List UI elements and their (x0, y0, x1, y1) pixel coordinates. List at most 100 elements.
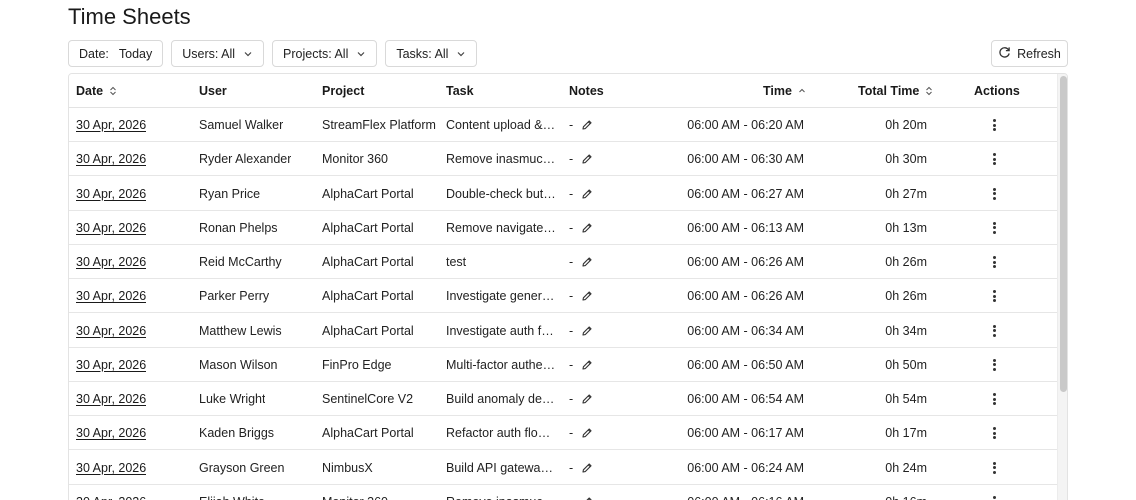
more-vertical-icon[interactable] (992, 324, 996, 337)
vertical-scrollbar[interactable] (1057, 74, 1067, 500)
date-link[interactable]: 30 Apr, 2026 (76, 495, 146, 500)
date-link[interactable]: 30 Apr, 2026 (76, 289, 146, 303)
table-row: 30 Apr, 2026 Ronan Phelps AlphaCart Portal… (69, 211, 1057, 245)
more-vertical-icon[interactable] (992, 495, 996, 500)
date-link[interactable]: 30 Apr, 2026 (76, 324, 146, 338)
date-cell: 30 Apr, 2026 (76, 245, 146, 279)
pencil-icon[interactable] (581, 496, 593, 500)
more-vertical-icon[interactable] (992, 427, 996, 440)
more-vertical-icon[interactable] (992, 358, 996, 371)
table-row: 30 Apr, 2026 Grayson Green NimbusX Build AP… (69, 451, 1057, 485)
refresh-button[interactable]: Refresh (991, 40, 1068, 67)
task-cell: Content upload & metadata (446, 108, 556, 142)
table-header: Date User Project Task Notes Time Total … (69, 74, 1057, 108)
user-cell: Ryder Alexander (199, 152, 292, 167)
date-link[interactable]: 30 Apr, 2026 (76, 392, 146, 406)
date-link[interactable]: 30 Apr, 2026 (76, 221, 146, 235)
refresh-label: Refresh (1017, 46, 1061, 61)
scrollbar-thumb[interactable] (1060, 76, 1067, 392)
notes-text: - (569, 495, 573, 500)
date-link[interactable]: 30 Apr, 2026 (76, 255, 146, 269)
more-vertical-icon[interactable] (992, 119, 996, 131)
pencil-icon[interactable] (581, 256, 593, 268)
total-time-cell: 0h 24m (885, 460, 927, 475)
date-link[interactable]: 30 Apr, 2026 (76, 187, 146, 201)
pencil-icon[interactable] (581, 222, 593, 234)
notes-cell: - (569, 314, 593, 348)
user-cell: Samuel Walker (199, 118, 284, 132)
pencil-icon[interactable] (581, 290, 593, 302)
user-cell: Parker Perry (199, 289, 270, 304)
project-cell: AlphaCart Portal (322, 289, 414, 304)
table-row: 30 Apr, 2026 Reid McCarthy AlphaCart Porta… (69, 245, 1057, 279)
tasks-filter-dropdown[interactable]: Tasks: All (385, 40, 478, 67)
notes-cell: - (569, 108, 593, 142)
more-vertical-icon[interactable] (992, 461, 996, 474)
date-link[interactable]: 30 Apr, 2026 (76, 152, 146, 166)
date-cell: 30 Apr, 2026 (76, 211, 146, 245)
more-vertical-icon[interactable] (992, 187, 996, 200)
table-row: 30 Apr, 2026 Mason Wilson FinPro Edge Multi… (69, 348, 1057, 382)
more-vertical-icon[interactable] (992, 256, 996, 268)
pencil-icon[interactable] (581, 188, 593, 200)
more-vertical-icon[interactable] (992, 393, 996, 405)
task-text: Investigate generated reports (446, 289, 556, 304)
pencil-icon[interactable] (581, 153, 593, 165)
date-link[interactable]: 30 Apr, 2026 (76, 461, 146, 475)
date-cell: 30 Apr, 2026 (76, 314, 146, 348)
table-row: 30 Apr, 2026 Elijah White Monitor 360 Remov… (69, 485, 1057, 500)
user-cell: Elijah White (199, 485, 265, 500)
time-cell: 06:00 AM - 06:34 AM (687, 323, 804, 338)
date-link[interactable]: 30 Apr, 2026 (76, 358, 146, 372)
total-time-cell: 0h 30m (885, 152, 927, 167)
table-row: 30 Apr, 2026 Kaden Briggs AlphaCart Portal… (69, 416, 1057, 451)
task-cell: Double-check but_rates (446, 177, 556, 211)
column-header-date[interactable]: Date (76, 74, 117, 108)
column-header-task: Task (446, 84, 474, 98)
task-text: Double-check but_rates (446, 186, 556, 201)
column-header-notes: Notes (569, 84, 604, 98)
user-cell: Ronan Phelps (199, 220, 278, 235)
date-cell: 30 Apr, 2026 (76, 451, 146, 485)
chevron-down-icon (243, 49, 253, 59)
time-cell: 06:00 AM - 06:24 AM (687, 460, 804, 475)
more-vertical-icon[interactable] (992, 221, 996, 234)
pencil-icon[interactable] (581, 325, 593, 337)
projects-filter-dropdown[interactable]: Projects: All (272, 40, 378, 67)
time-cell: 06:00 AM - 06:17 AM (687, 426, 804, 441)
date-cell: 30 Apr, 2026 (76, 416, 146, 450)
column-header-time[interactable]: Time (763, 74, 806, 108)
time-cell: 06:00 AM - 06:27 AM (687, 186, 804, 201)
pencil-icon[interactable] (581, 393, 593, 405)
users-filter-dropdown[interactable]: Users: All (171, 40, 265, 67)
pencil-icon[interactable] (581, 359, 593, 371)
user-cell: Kaden Briggs (199, 426, 275, 441)
task-text: Refactor auth flow module (446, 426, 556, 441)
column-header-total-time[interactable]: Total Time (858, 74, 933, 108)
filter-bar: Date: Today Users: All Projects: All Tas… (68, 40, 478, 67)
page-title: Time Sheets (68, 4, 191, 29)
pencil-icon[interactable] (581, 119, 593, 131)
date-link[interactable]: 30 Apr, 2026 (76, 426, 146, 440)
task-cell: Remove navigate feature (446, 211, 556, 245)
task-text: Build anomaly detection (446, 392, 556, 406)
date-filter-button[interactable]: Date: Today (68, 40, 164, 67)
task-cell: Investigate auth flow issue (446, 314, 556, 348)
date-link[interactable]: 30 Apr, 2026 (76, 118, 146, 132)
project-cell: Monitor 360 (322, 152, 389, 167)
notes-text: - (569, 255, 574, 269)
project-cell: AlphaCart Portal (322, 220, 414, 235)
sort-icon (109, 86, 117, 96)
column-header-time-label: Time (763, 84, 792, 98)
timesheet-table: Date User Project Task Notes Time Total … (68, 73, 1068, 500)
pencil-icon[interactable] (581, 427, 593, 439)
chevron-down-icon (356, 49, 366, 59)
task-text: Remove navigate feature (446, 220, 556, 235)
user-cell: Grayson Green (199, 460, 285, 475)
more-vertical-icon[interactable] (992, 290, 996, 303)
project-cell: AlphaCart Portal (322, 255, 414, 269)
date-cell: 30 Apr, 2026 (76, 177, 146, 211)
more-vertical-icon[interactable] (992, 153, 996, 166)
pencil-icon[interactable] (581, 462, 593, 474)
column-header-user: User (199, 84, 227, 98)
